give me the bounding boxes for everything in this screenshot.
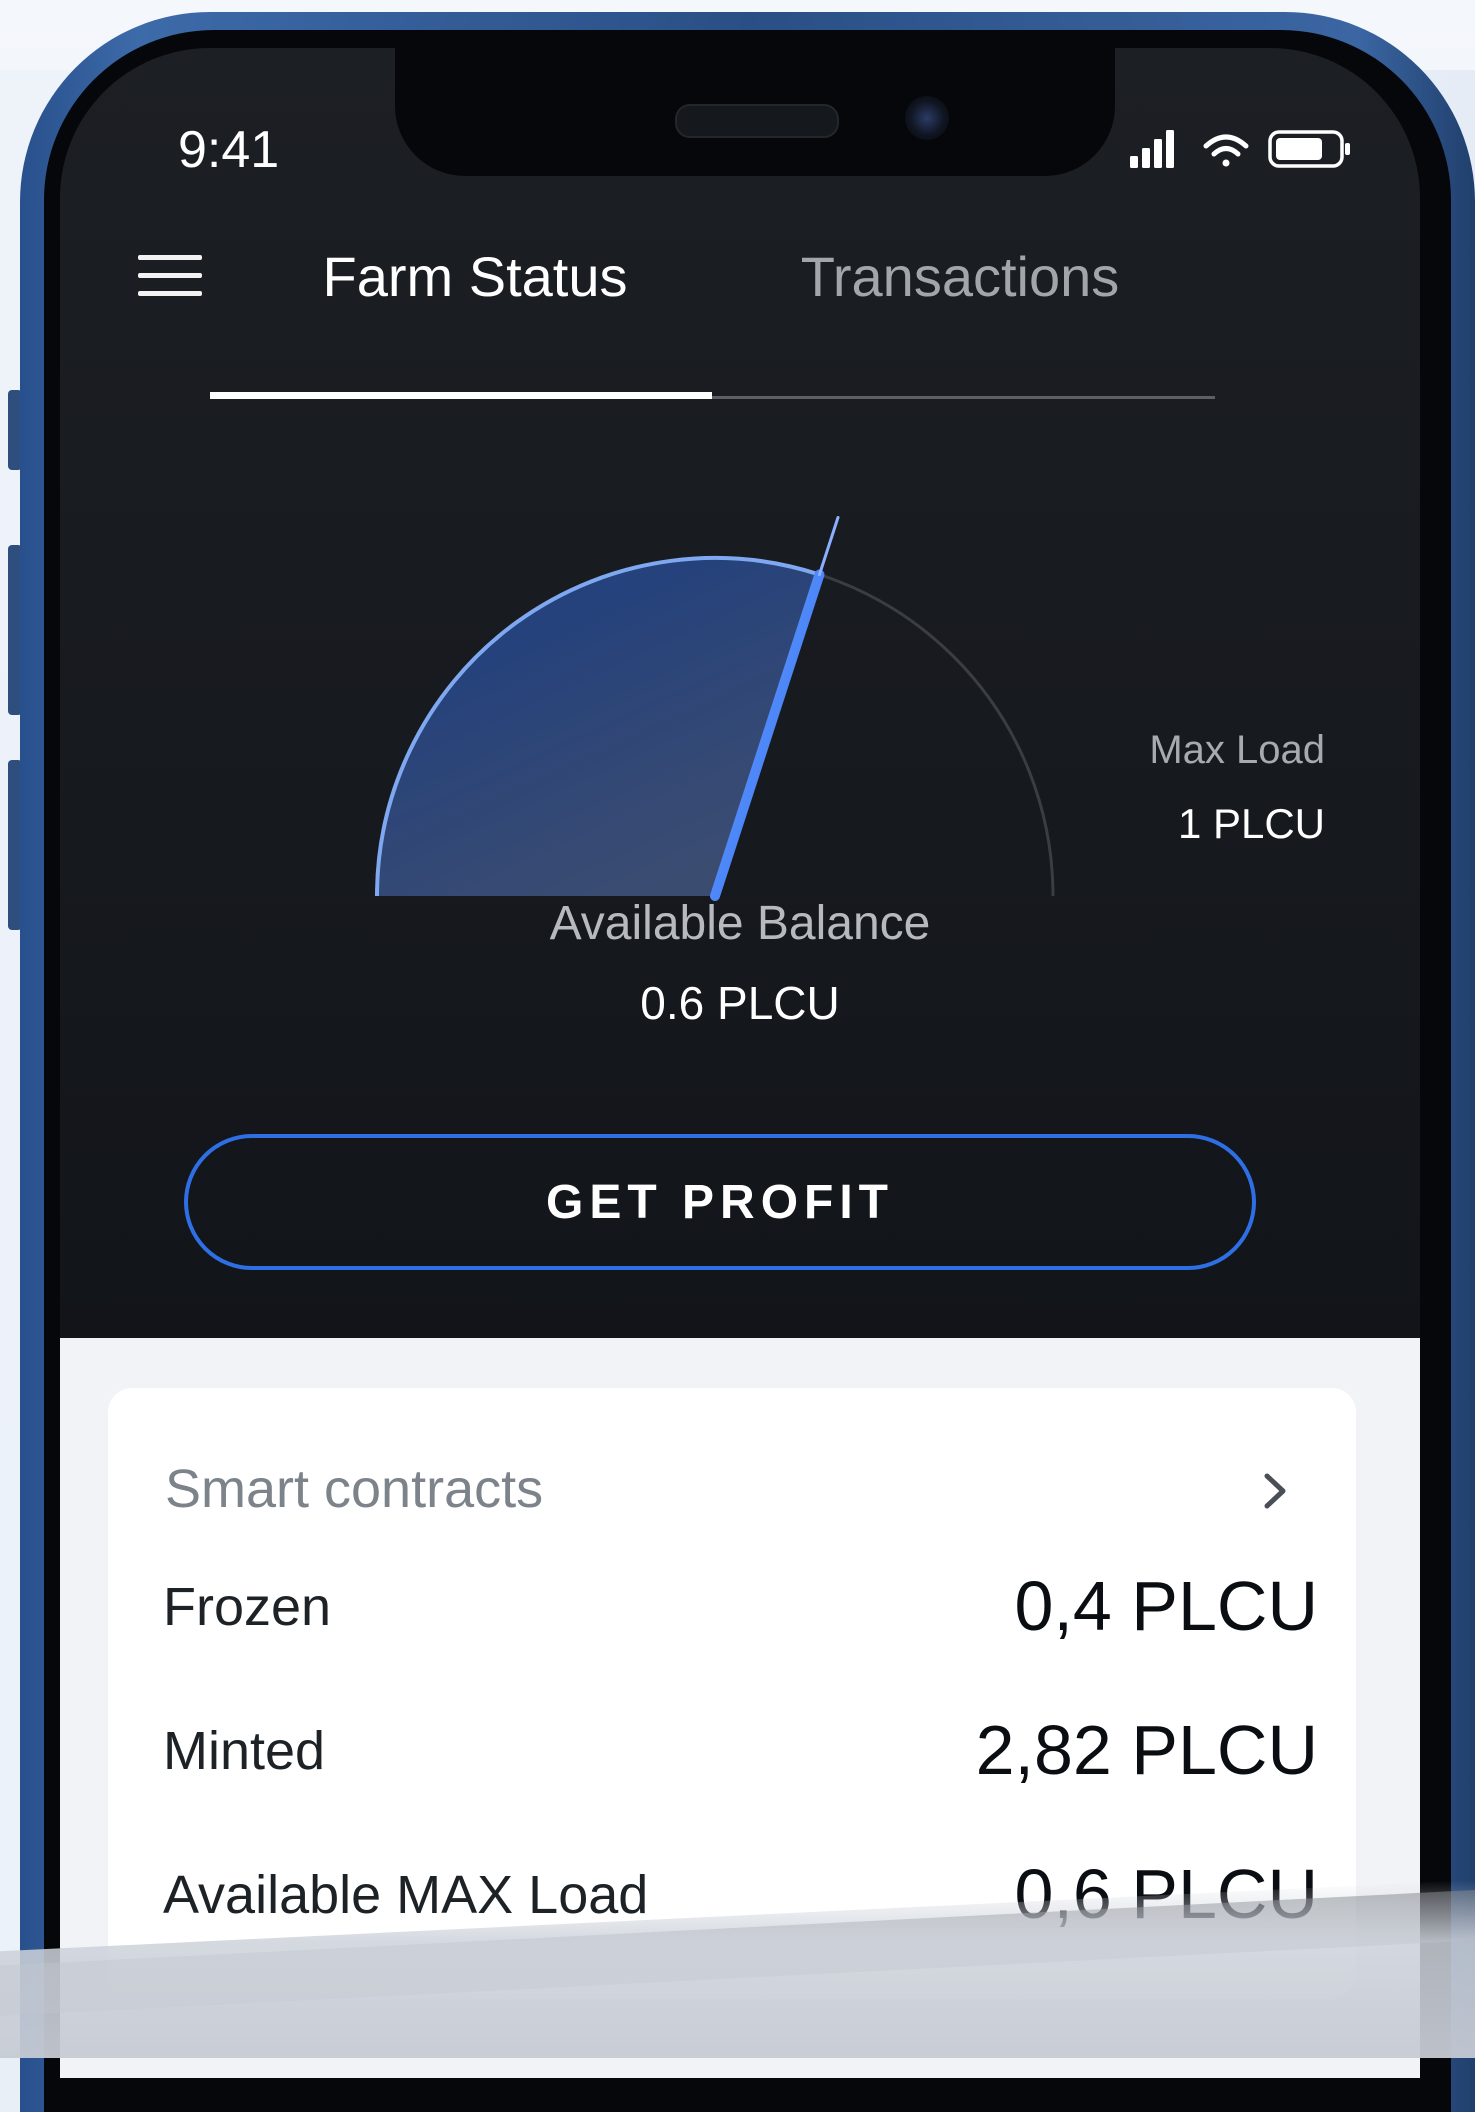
max-load-label: Max Load [1149, 728, 1325, 772]
hamburger-menu-icon[interactable] [138, 255, 202, 299]
available-max-load-label: Available MAX Load [163, 1865, 649, 1925]
gauge-fill [377, 557, 820, 896]
status-icons [1130, 130, 1350, 168]
frozen-label: Frozen [163, 1577, 332, 1637]
status-time: 9:41 [178, 121, 280, 179]
get-profit-button[interactable]: GET PROFIT [184, 1134, 1256, 1270]
wifi-icon [1203, 134, 1249, 167]
speaker-grille [675, 104, 839, 138]
app-screen: 9:41 Farm Status Transactions Max Load 1… [60, 48, 1420, 2078]
frozen-value: 0,4 PLCU [1014, 1567, 1318, 1645]
tab-transactions[interactable]: Transactions [700, 244, 1220, 309]
minted-value: 2,82 PLCU [975, 1711, 1318, 1789]
available-balance-value: 0.6 PLCU [640, 977, 840, 1029]
tab-active-indicator [210, 392, 712, 399]
camera-icon [905, 96, 949, 140]
max-load-value: 1 PLCU [1177, 800, 1325, 847]
notch [395, 48, 1115, 176]
available-balance-label: Available Balance [549, 897, 931, 950]
minted-label: Minted [163, 1721, 326, 1781]
gauge-needle-tip [817, 515, 840, 577]
smart-contracts-title: Smart contracts [165, 1459, 544, 1519]
chevron-right-icon[interactable] [1255, 1466, 1295, 1516]
cellular-signal-icon [1130, 130, 1174, 168]
tab-farm-status[interactable]: Farm Status [245, 244, 705, 309]
battery-icon [1268, 130, 1350, 168]
